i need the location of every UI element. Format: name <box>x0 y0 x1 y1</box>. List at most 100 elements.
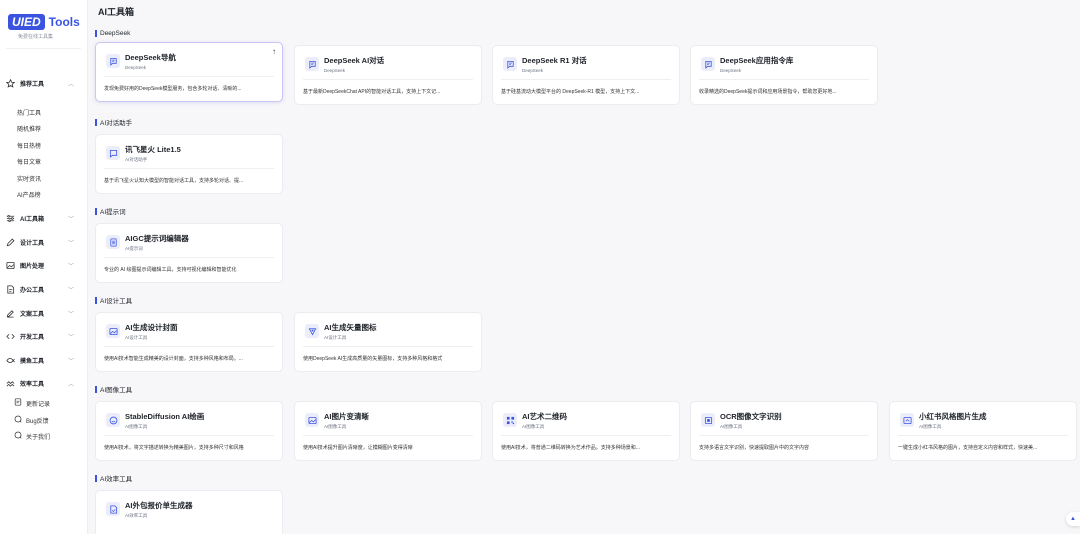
section-title: AI提示词 <box>100 209 126 216</box>
tool-card-title: AI外包报价单生成器 <box>125 501 193 510</box>
sidebar-group-copywriting[interactable]: 文案工具 ﹀ <box>0 303 88 323</box>
tool-card-category: AI图像工具 <box>125 424 148 429</box>
tool-card-desc: 使用DeepSeek AI生成高质量的矢量图标，支持多种风格和格式 <box>303 356 443 362</box>
section-accent-bar <box>95 296 97 304</box>
section-title: AI对话助手 <box>100 120 133 127</box>
tool-card-title: 讯飞星火 Lite1.5 <box>125 145 181 154</box>
sidebar-group-efficiency[interactable]: 效率工具 ︿ <box>0 373 88 393</box>
section-heading: DeepSeek <box>95 28 130 38</box>
info-icon <box>14 431 22 441</box>
chat-doc-icon <box>305 57 319 71</box>
tool-card-desc: 使用AI技术，将文字描述转换为精美图片，支持多种尺寸和风格 <box>104 445 244 451</box>
section-title: AI设计工具 <box>100 298 133 305</box>
tool-card-category: DeepSeek <box>125 65 147 70</box>
sidebar-extra-label: Bug反馈 <box>26 418 49 425</box>
sidebar-group-label: 推荐工具 <box>20 81 45 88</box>
brand-badge: UIED <box>8 14 45 30</box>
section-accent-bar <box>95 29 97 37</box>
tool-card-desc: 一键生成小红书风格的图片，支持自定义内容和样式，快速美... <box>898 445 1038 451</box>
scan-icon <box>701 413 715 427</box>
scroll-to-top-button[interactable]: ▲ <box>1066 512 1080 526</box>
brand-logo[interactable]: UIED Tools <box>8 14 80 30</box>
card-divider <box>303 435 473 436</box>
tool-card-desc: 使用AI技术，将普通二维码转换为艺术作品。支持多种场景和... <box>501 445 640 451</box>
card-divider <box>104 168 274 169</box>
sidebar-item-update-log[interactable]: 更新记录 <box>14 397 50 409</box>
quote-doc-icon <box>106 502 120 516</box>
tool-card-category: DeepSeek <box>720 68 742 73</box>
card-divider <box>699 79 869 80</box>
update-log-icon <box>14 398 22 408</box>
sidebar-item-daily-hot[interactable]: 每日热榜 <box>17 141 41 150</box>
tool-card-title: AIGC提示词编辑器 <box>125 234 189 243</box>
bug-icon <box>14 415 22 425</box>
tool-card[interactable]: DeepSeek导航 DeepSeek 发现免费好用的DeepSeek模型服务，… <box>95 42 283 102</box>
sidebar-group-design[interactable]: 设计工具 ﹀ <box>0 232 88 252</box>
card-divider <box>699 435 869 436</box>
tool-card[interactable]: StableDiffusion AI绘画 AI图像工具 使用AI技术，将文字描述… <box>95 401 283 461</box>
magic-image-icon <box>900 413 914 427</box>
tool-card-title: DeepSeek导航 <box>125 53 176 62</box>
tool-card[interactable]: 讯飞星火 Lite1.5 AI对话助手 基于讯飞星火认知大模型的智能对话工具，支… <box>95 134 283 194</box>
sidebar-group-recommend[interactable]: 推荐工具 ︿ <box>0 73 88 93</box>
tool-card[interactable]: OCR图像文字识别 AI图像工具 支持多语言文字识别，快速提取图片中的文字内容 <box>690 401 878 461</box>
tool-card-desc: 基于最新DeepSeekChat API的智能对话工具，支持上下文记... <box>303 89 441 95</box>
sidebar-extra-label: 关于我们 <box>26 434 51 441</box>
brand-subtitle: 免费在线工具集 <box>18 34 54 40</box>
tool-card-category: DeepSeek <box>522 68 544 73</box>
chevron-up-icon: ▲ <box>1070 516 1076 522</box>
tool-card-category: AI图像工具 <box>324 424 347 429</box>
section-heading: AI图像工具 <box>95 384 132 394</box>
tool-card[interactable]: AIGC提示词编辑器 AI提示词 专业的 AI 绘图提示词编辑工具，支持可视化编… <box>95 223 283 283</box>
sidebar-item-hot[interactable]: 热门工具 <box>17 108 41 117</box>
tool-card[interactable]: DeepSeek应用指令库 DeepSeek 收录精选的DeepSeek提示词和… <box>690 45 878 105</box>
tool-card-category: AI设计工具 <box>125 335 148 340</box>
chevron-down-icon: ﹀ <box>68 311 75 318</box>
sidebar-group-dev[interactable]: 开发工具 ﹀ <box>0 326 88 346</box>
sliders-icon <box>6 214 15 223</box>
arrow-up-icon[interactable]: ↑ <box>272 47 276 56</box>
fish-icon <box>6 356 15 365</box>
card-divider <box>501 435 671 436</box>
card-divider <box>104 257 274 258</box>
tool-card-desc: 基于硅基流动大模型平台的 DeepSeek-R1 模型，支持上下文... <box>501 89 640 95</box>
tool-card[interactable]: DeepSeek R1 对话 DeepSeek 基于硅基流动大模型平台的 Dee… <box>492 45 680 105</box>
section-title: AI效率工具 <box>100 476 133 483</box>
tool-card[interactable]: AI生成矢量图标 AI设计工具 使用DeepSeek AI生成高质量的矢量图标，… <box>294 312 482 372</box>
sidebar-item-random[interactable]: 随机推荐 <box>17 124 41 133</box>
qrcode-icon <box>503 413 517 427</box>
sidebar-item-daily-article[interactable]: 每日文章 <box>17 157 41 166</box>
tool-card-desc: 使用AI技术智能生成精美的设计封面，支持多种风格和布局。... <box>104 356 243 362</box>
tool-card-desc: 专业的 AI 绘图提示词编辑工具，支持可视化编辑和智能优化 <box>104 267 237 273</box>
tool-card[interactable]: AI生成设计封面 AI设计工具 使用AI技术智能生成精美的设计封面，支持多种风格… <box>95 312 283 372</box>
card-divider <box>104 76 274 77</box>
sidebar-item-ai-products[interactable]: AI产品榜 <box>17 190 41 199</box>
tool-card[interactable]: AI图片变清晰 AI图像工具 使用AI技术提升图片清晰度，让模糊图片变得清晰 <box>294 401 482 461</box>
tool-card[interactable]: 小红书风格图片生成 AI图像工具 一键生成小红书风格的图片，支持自定义内容和样式… <box>889 401 1077 461</box>
sidebar-item-news[interactable]: 实时资讯 <box>17 174 41 183</box>
section-title: DeepSeek <box>100 29 131 37</box>
section-heading: AI效率工具 <box>95 473 132 483</box>
card-divider <box>104 346 274 347</box>
pen-icon <box>6 238 15 247</box>
tool-card-category: DeepSeek <box>324 68 346 73</box>
tool-card[interactable]: AI外包报价单生成器 AI效率工具 <box>95 490 283 534</box>
section-heading: AI设计工具 <box>95 295 132 305</box>
sidebar-group-label: 图片处理 <box>20 263 45 270</box>
picture-icon <box>305 413 319 427</box>
sidebar-group-fun[interactable]: 摸鱼工具 ﹀ <box>0 350 88 370</box>
sidebar-group-ai-toolbox[interactable]: AI工具箱 ﹀ <box>0 208 88 228</box>
sidebar-item-bug-report[interactable]: Bug反馈 <box>14 414 49 426</box>
tool-card[interactable]: AI艺术二维码 AI图像工具 使用AI技术，将普通二维码转换为艺术作品。支持多种… <box>492 401 680 461</box>
sidebar-group-office[interactable]: 办公工具 ﹀ <box>0 279 88 299</box>
tool-card-desc: 收录精选的DeepSeek提示词和应用场景指令，帮助您更好地... <box>699 89 837 95</box>
chat-doc-icon <box>503 57 517 71</box>
tool-card[interactable]: DeepSeek AI对话 DeepSeek 基于最新DeepSeekChat … <box>294 45 482 105</box>
sidebar-group-image[interactable]: 图片处理 ﹀ <box>0 255 88 275</box>
list-icon <box>106 235 120 249</box>
message-icon <box>106 146 120 160</box>
sidebar-item-about[interactable]: 关于我们 <box>14 430 50 442</box>
tool-card-category: AI图像工具 <box>522 424 545 429</box>
tool-card-desc: 使用AI技术提升图片清晰度，让模糊图片变得清晰 <box>303 445 413 451</box>
card-divider <box>303 346 473 347</box>
